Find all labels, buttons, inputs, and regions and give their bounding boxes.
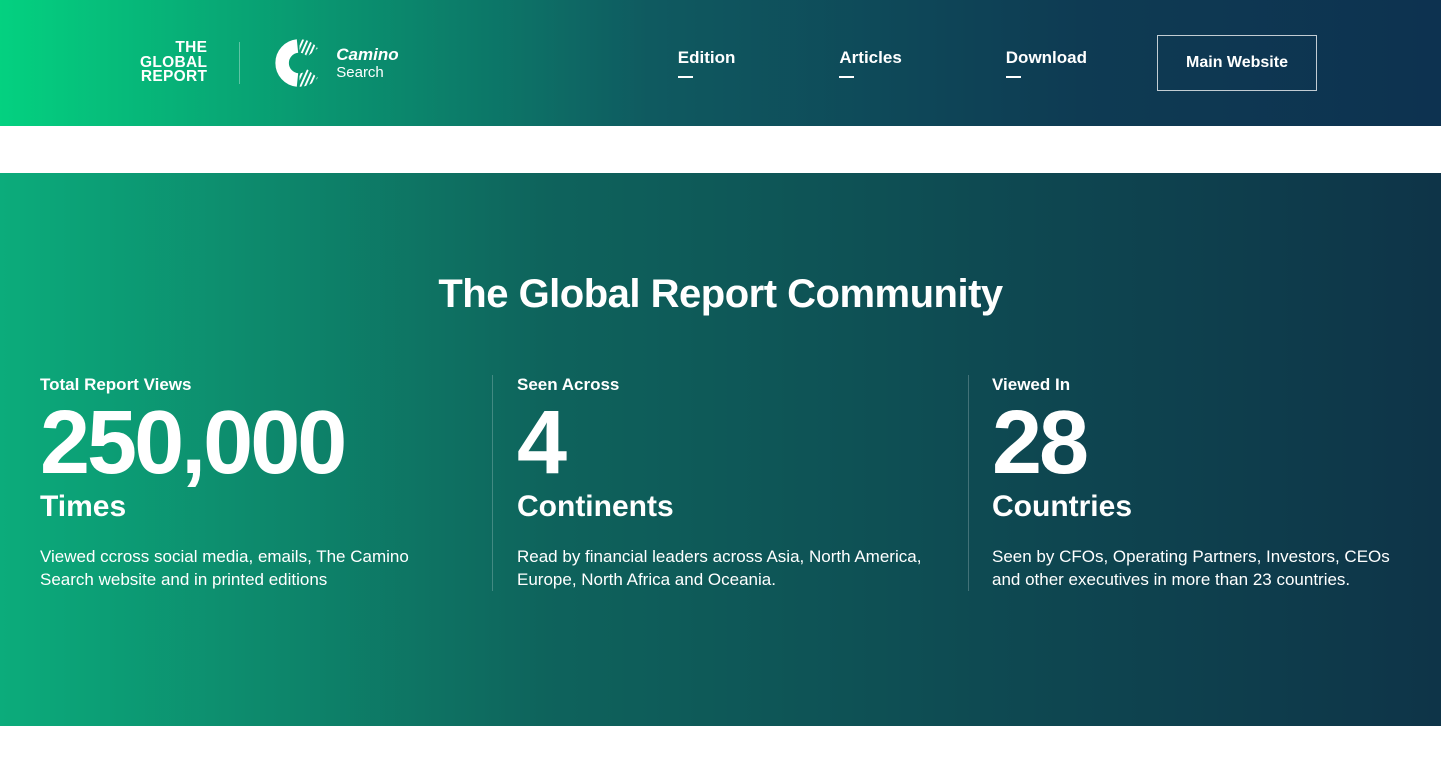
stat-unit: Times (40, 491, 472, 523)
nav-underline (1006, 76, 1021, 79)
camino-search-logo[interactable]: Camino Search (272, 36, 398, 90)
stat-description: Seen by CFOs, Operating Partners, Invest… (992, 545, 1400, 591)
stat-unit: Countries (992, 491, 1401, 523)
global-report-logo[interactable]: THE GLOBAL REPORT (140, 41, 207, 85)
nav-item-articles[interactable]: Articles (839, 48, 901, 79)
stat-description: Read by financial leaders across Asia, N… (517, 545, 925, 591)
stat-countries: Viewed In 28 Countries Seen by CFOs, Ope… (969, 375, 1401, 591)
nav-item-articles-label: Articles (839, 48, 901, 67)
main-website-button[interactable]: Main Website (1157, 35, 1317, 91)
stat-value: 250,000 (40, 405, 472, 481)
stat-description: Viewed ccross social media, emails, The … (40, 545, 448, 591)
stat-label: Viewed In (992, 375, 1401, 395)
top-header: THE GLOBAL REPORT Camino Search Edition … (0, 0, 1441, 126)
hero-title: The Global Report Community (0, 271, 1441, 317)
logo-line-report: REPORT (140, 70, 207, 85)
camino-c-icon (272, 36, 326, 90)
logo-divider (239, 42, 240, 84)
stat-label: Seen Across (517, 375, 948, 395)
nav-underline (839, 76, 854, 79)
hero-section: The Global Report Community Total Report… (0, 173, 1441, 726)
bottom-whitespace (0, 726, 1441, 779)
nav-item-download-label: Download (1006, 48, 1087, 67)
main-nav: Edition Articles Download (678, 48, 1087, 79)
stat-value: 4 (517, 405, 948, 481)
header-gap (0, 126, 1441, 173)
camino-title: Camino (336, 45, 398, 64)
stat-value: 28 (992, 405, 1401, 481)
camino-wordmark: Camino Search (336, 45, 398, 82)
nav-underline (678, 76, 693, 79)
stat-report-views: Total Report Views 250,000 Times Viewed … (40, 375, 492, 591)
nav-item-download[interactable]: Download (1006, 48, 1087, 79)
stat-label: Total Report Views (40, 375, 472, 395)
stat-unit: Continents (517, 491, 948, 523)
nav-item-edition[interactable]: Edition (678, 48, 736, 79)
nav-item-edition-label: Edition (678, 48, 736, 67)
stats-row: Total Report Views 250,000 Times Viewed … (40, 375, 1401, 591)
stat-continents: Seen Across 4 Continents Read by financi… (493, 375, 968, 591)
camino-subtitle: Search (336, 64, 398, 82)
